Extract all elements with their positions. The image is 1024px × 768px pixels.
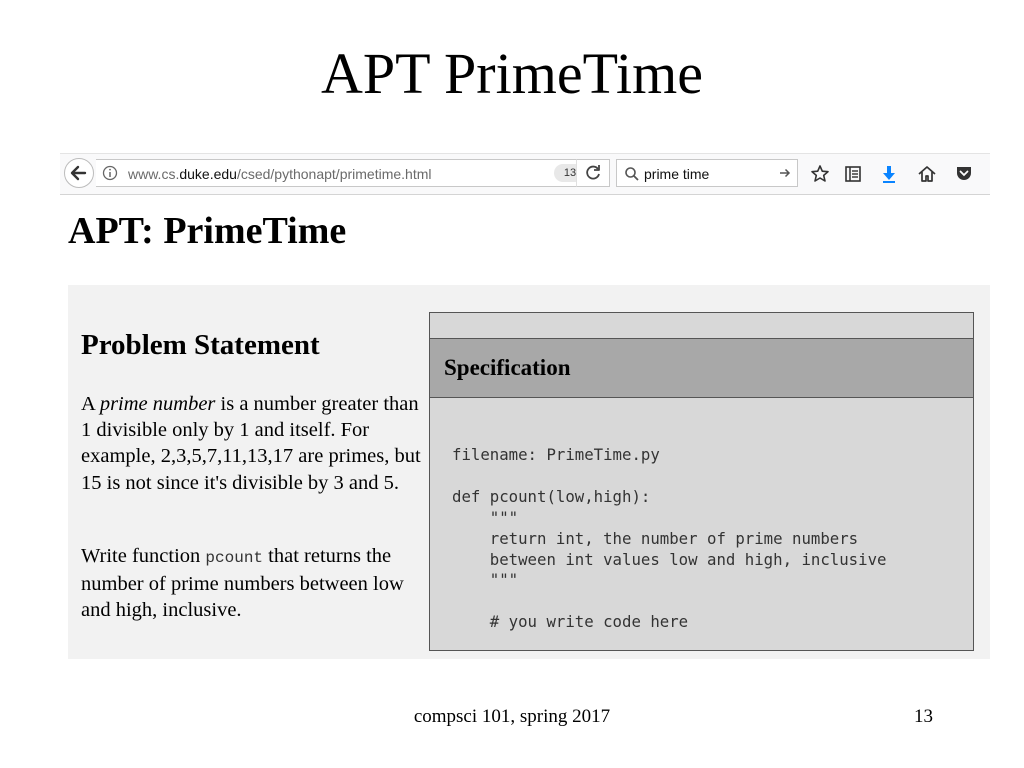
specification-box: Specification filename: PrimeTime.py def… [429,312,974,651]
specification-title: Specification [444,355,571,380]
back-button[interactable] [64,158,94,188]
para-emphasis: prime number [99,393,216,415]
problem-statement-title: Problem Statement [81,329,320,361]
para-text: Write function [81,545,206,567]
task-paragraph: Write function pcount that returns the n… [81,543,426,624]
download-icon[interactable] [879,164,899,184]
problem-panel: Problem Statement A prime number is a nu… [68,285,990,659]
slide-page-number: 13 [914,706,933,727]
specification-header: Specification [429,338,974,398]
search-bar[interactable]: prime time [616,159,798,187]
home-icon[interactable] [917,164,937,184]
url-bar[interactable]: www.cs.duke.edu/csed/pythonapt/primetime… [96,159,606,187]
browser-toolbar: www.cs.duke.edu/csed/pythonapt/primetime… [60,153,990,195]
url-prefix: www.cs. [128,166,180,182]
browser-screenshot: www.cs.duke.edu/csed/pythonapt/primetime… [60,153,990,663]
search-input[interactable]: prime time [644,166,709,182]
code-block: filename: PrimeTime.py def pcount(low,hi… [452,445,887,632]
url-path: /csed/pythonapt/primetime.html [236,166,432,182]
para-text: A [81,393,100,415]
reload-icon [586,165,600,180]
slide-footer: compsci 101, spring 2017 [413,706,611,727]
slide-title: APT PrimeTime [321,41,703,106]
url-domain: duke.edu [179,166,237,182]
problem-paragraph: A prime number is a number greater than … [81,391,421,496]
arrow-right-icon[interactable] [777,165,793,181]
reload-button[interactable] [576,159,610,187]
search-icon [625,167,639,181]
page-heading: APT: PrimeTime [68,210,347,252]
url-text[interactable]: www.cs.duke.edu/csed/pythonapt/primetime… [128,166,431,182]
reader-list-icon[interactable] [843,164,863,184]
inline-code: pcount [205,549,264,567]
back-arrow-icon [70,165,87,181]
info-icon[interactable] [102,165,118,181]
star-icon[interactable] [810,164,830,184]
pocket-icon[interactable] [954,164,974,184]
